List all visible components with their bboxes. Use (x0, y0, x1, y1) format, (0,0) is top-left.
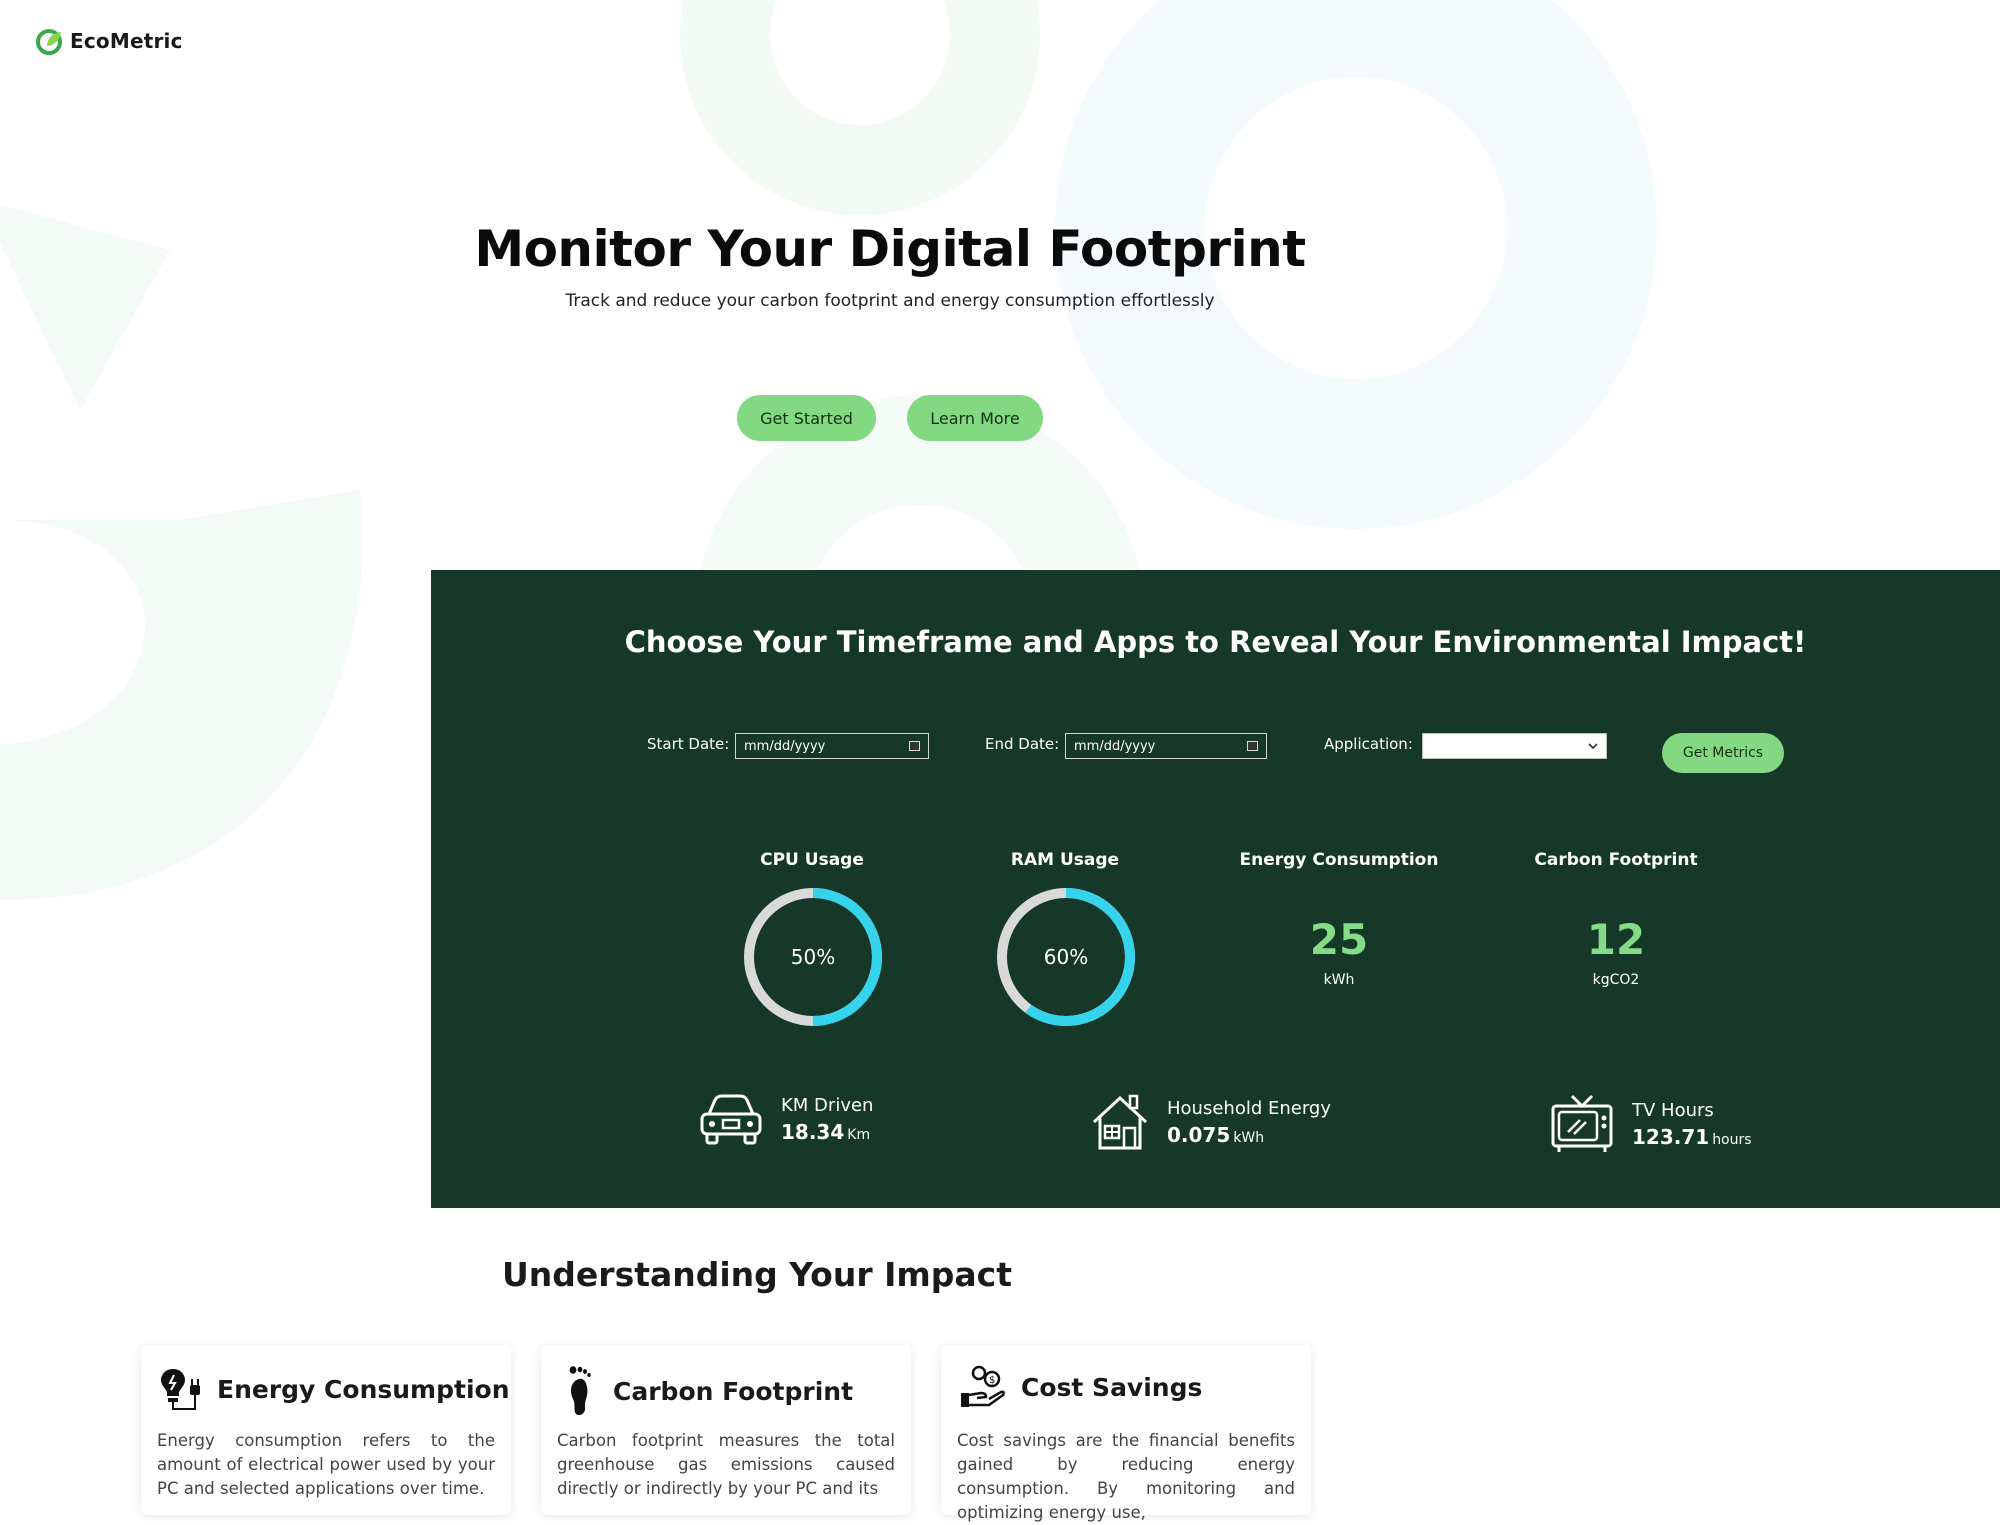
carbon-footprint-card-title: Carbon Footprint (613, 1376, 854, 1406)
km-driven-label: KM Driven (781, 1094, 874, 1116)
cost-savings-card-text: Cost savings are the financial benefits … (957, 1431, 1295, 1522)
carbon-footprint-value: 12 (1586, 915, 1646, 964)
start-date-input[interactable]: mm/dd/yyyy (735, 733, 929, 759)
tv-hours-value: 123.71 (1632, 1124, 1710, 1149)
get-started-button[interactable]: Get Started (737, 395, 876, 441)
learn-more-button[interactable]: Learn More (907, 395, 1043, 441)
impact-section-title: Understanding Your Impact (502, 1255, 1012, 1294)
cpu-usage-title: CPU Usage (760, 850, 864, 870)
leaf-logo-icon (36, 29, 62, 55)
cpu-usage-value: 50% (790, 945, 836, 969)
household-energy-value: 0.075 (1167, 1122, 1231, 1147)
start-date-placeholder: mm/dd/yyyy (744, 738, 826, 754)
start-date-label: Start Date: (647, 735, 730, 753)
get-metrics-button[interactable]: Get Metrics (1662, 733, 1784, 773)
brand-logo[interactable]: EcoMetric (34, 26, 183, 56)
calendar-icon[interactable] (909, 741, 920, 751)
tv-icon (1551, 1094, 1613, 1152)
energy-consumption-value: 25 (1309, 915, 1369, 964)
km-driven-value: 18.34 (781, 1119, 845, 1144)
energy-consumption-unit: kWh (1323, 972, 1355, 988)
metrics-panel: Choose Your Timeframe and Apps to Reveal… (431, 570, 2000, 1208)
tv-hours-label: TV Hours (1632, 1099, 1714, 1121)
svg-text:$: $ (989, 1375, 995, 1386)
tv-hours-unit: hours (1712, 1131, 1752, 1148)
household-energy-label: Household Energy (1167, 1097, 1331, 1119)
ram-usage-gauge: 60% (994, 885, 1138, 1029)
carbon-footprint-card: Carbon Footprint Carbon footprint measur… (541, 1345, 911, 1515)
energy-consumption-title: Energy Consumption (1239, 850, 1439, 870)
end-date-placeholder: mm/dd/yyyy (1074, 738, 1156, 754)
household-energy-equivalent: Household Energy 0.075 kWh (1091, 1092, 1331, 1152)
lightbulb-plug-icon (161, 1369, 200, 1410)
cpu-usage-gauge: 50% (741, 885, 885, 1029)
money-hand-icon: $ (961, 1365, 1005, 1407)
end-date-label: End Date: (985, 735, 1060, 753)
energy-consumption-card-text: Energy consumption refers to the amount … (157, 1431, 495, 1498)
carbon-footprint-card-text: Carbon footprint measures the total gree… (557, 1431, 895, 1498)
car-icon (700, 1094, 762, 1145)
carbon-footprint-title: Carbon Footprint (1534, 850, 1698, 870)
cost-savings-card-title: Cost Savings (1021, 1372, 1203, 1402)
tv-hours-equivalent: TV Hours 123.71 hours (1550, 1092, 1752, 1156)
application-label: Application: (1324, 735, 1413, 753)
km-driven-equivalent: KM Driven 18.34 Km (699, 1092, 873, 1146)
house-icon (1092, 1094, 1148, 1150)
cost-savings-card: $ Cost Savings Cost savings are the fina… (941, 1345, 1311, 1522)
hero-subtitle: Track and reduce your carbon footprint a… (565, 291, 1215, 311)
footprint-icon (569, 1366, 591, 1416)
carbon-footprint-unit: kgCO2 (1592, 972, 1640, 988)
end-date-input[interactable]: mm/dd/yyyy (1065, 733, 1267, 759)
ram-usage-title: RAM Usage (1010, 850, 1120, 870)
application-select[interactable] (1422, 733, 1607, 759)
metrics-panel-title: Choose Your Timeframe and Apps to Reveal… (624, 625, 1807, 659)
km-driven-unit: Km (847, 1126, 871, 1143)
brand-name: EcoMetric (70, 29, 183, 53)
ram-usage-value: 60% (1043, 945, 1089, 969)
hero-title: Monitor Your Digital Footprint (474, 220, 1306, 278)
household-energy-unit: kWh (1233, 1129, 1265, 1146)
chevron-down-icon (1588, 743, 1598, 750)
energy-consumption-card: Energy Consumption Energy consumption re… (141, 1345, 511, 1515)
energy-consumption-card-title: Energy Consumption (217, 1374, 510, 1404)
calendar-icon[interactable] (1247, 741, 1258, 751)
